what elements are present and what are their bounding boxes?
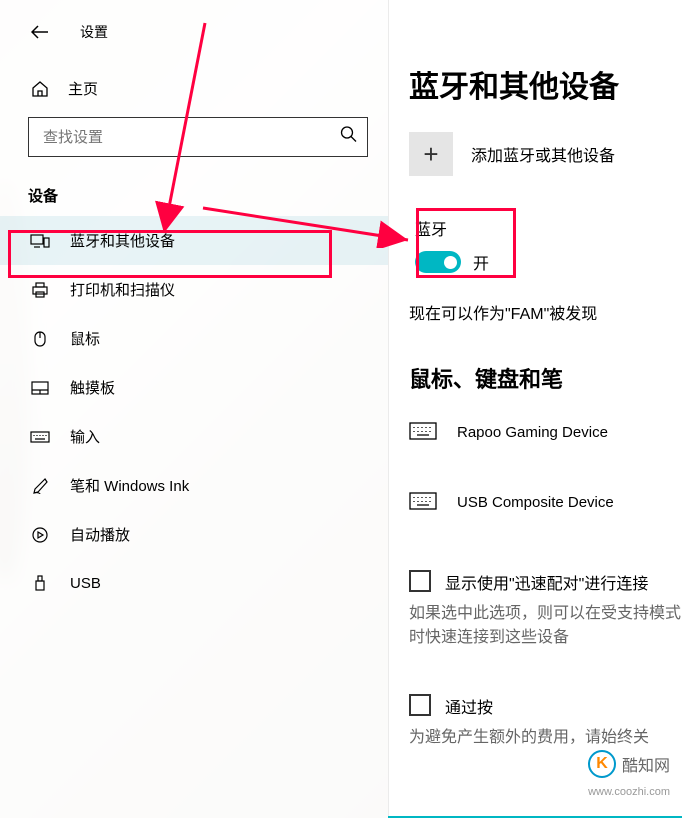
back-button[interactable] [30, 22, 50, 42]
checkbox-description: 如果选中此选项，则可以在受支持模式时快速连接到这些设备 [409, 602, 682, 650]
sidebar-item-usb[interactable]: USB [0, 559, 388, 607]
add-device-label: 添加蓝牙或其他设备 [471, 142, 615, 166]
category-label: 设备 [0, 157, 388, 216]
sidebar-item-autoplay[interactable]: 自动播放 [0, 510, 388, 559]
printer-icon [30, 280, 50, 300]
bluetooth-status: 现在可以作为"FAM"被发现 [409, 300, 682, 324]
toggle-state: 开 [473, 250, 489, 274]
sidebar-item-label: 输入 [70, 426, 100, 447]
search-input[interactable] [28, 117, 368, 157]
checkbox-label: 显示使用"迅速配对"进行连接 [445, 570, 648, 594]
search-icon [340, 126, 358, 149]
sidebar-item-printers[interactable]: 打印机和扫描仪 [0, 265, 388, 314]
keyboard-icon [30, 427, 50, 447]
bluetooth-label: 蓝牙 [415, 216, 503, 240]
devices-icon [30, 231, 50, 251]
usb-icon [30, 573, 50, 593]
touchpad-icon [30, 378, 50, 398]
add-device-button[interactable]: + 添加蓝牙或其他设备 [409, 132, 682, 176]
sidebar-item-bluetooth[interactable]: 蓝牙和其他设备 [0, 216, 388, 265]
watermark-logo: K [588, 750, 616, 778]
watermark-text: 酷知网 [622, 752, 670, 776]
sidebar-item-label: 自动播放 [70, 524, 130, 545]
devices-section-title: 鼠标、键盘和笔 [409, 362, 682, 394]
sidebar-item-label: 鼠标 [70, 328, 100, 349]
metered-checkbox[interactable] [409, 694, 431, 716]
sidebar-item-label: 触摸板 [70, 377, 115, 398]
sidebar-item-label: 蓝牙和其他设备 [70, 230, 175, 251]
device-name: USB Composite Device [457, 494, 614, 511]
watermark: K 酷知网 [588, 750, 670, 778]
device-item[interactable]: USB Composite Device [409, 488, 682, 516]
app-title: 设置 [80, 22, 108, 42]
device-item[interactable]: Rapoo Gaming Device [409, 418, 682, 446]
autoplay-icon [30, 525, 50, 545]
watermark-url: www.coozhi.com [588, 786, 670, 798]
checkbox-description: 为避免产生额外的费用，请始终关 [409, 726, 682, 750]
home-label: 主页 [68, 78, 98, 99]
sidebar-item-label: 打印机和扫描仪 [70, 279, 175, 300]
keyboard-device-icon [409, 492, 437, 512]
device-name: Rapoo Gaming Device [457, 424, 608, 441]
sidebar-item-mouse[interactable]: 鼠标 [0, 314, 388, 363]
sidebar-item-label: USB [70, 575, 101, 592]
home-icon [30, 79, 50, 99]
sidebar-item-touchpad[interactable]: 触摸板 [0, 363, 388, 412]
mouse-icon [30, 329, 50, 349]
bluetooth-toggle[interactable] [415, 251, 461, 273]
sidebar-item-pen[interactable]: 笔和 Windows Ink [0, 461, 388, 510]
page-title: 蓝牙和其他设备 [409, 0, 682, 132]
pen-icon [30, 476, 50, 496]
keyboard-device-icon [409, 422, 437, 442]
sidebar-item-label: 笔和 Windows Ink [70, 475, 189, 496]
home-link[interactable]: 主页 [0, 62, 388, 115]
checkbox-label: 通过按 [445, 694, 493, 718]
plus-icon: + [409, 132, 453, 176]
swift-pair-checkbox[interactable] [409, 570, 431, 592]
sidebar-item-typing[interactable]: 输入 [0, 412, 388, 461]
